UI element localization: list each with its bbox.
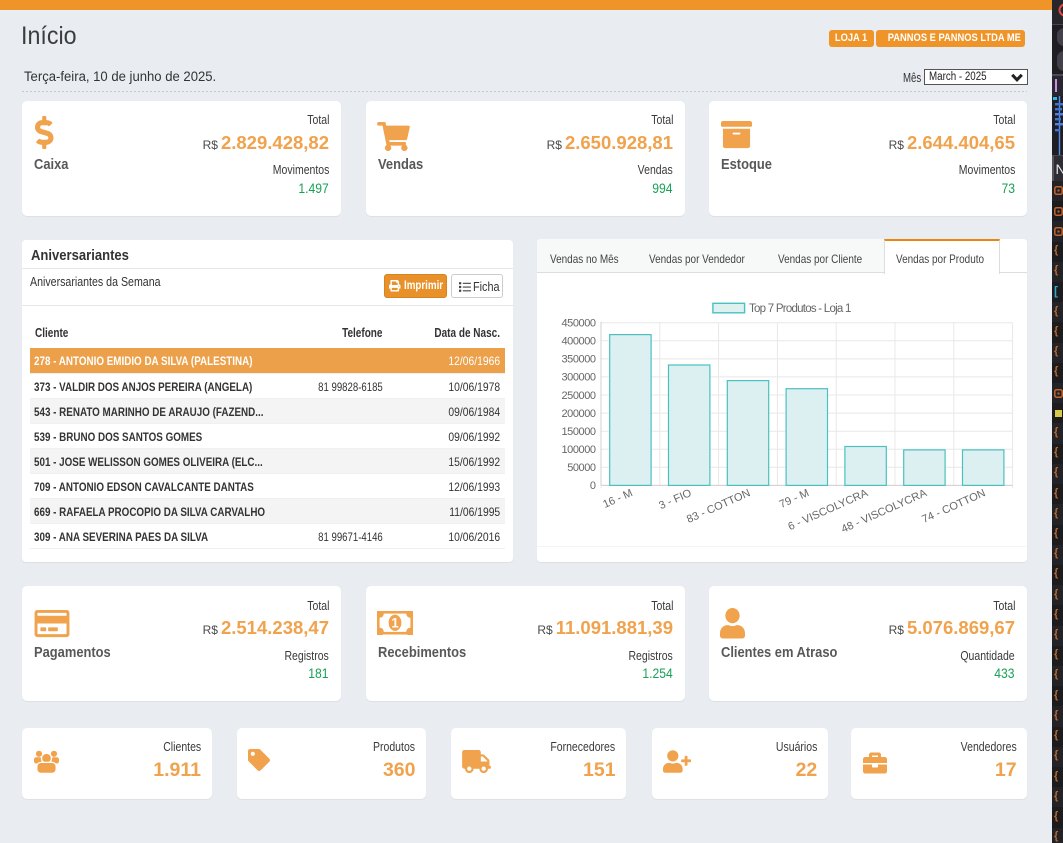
svg-text:3 - FIO: 3 - FIO xyxy=(658,487,695,512)
svg-text:350000: 350000 xyxy=(562,354,597,366)
svg-text:Top 7 Produtos - Loja 1: Top 7 Produtos - Loja 1 xyxy=(749,303,851,315)
svg-text:450000: 450000 xyxy=(562,318,597,330)
svg-text:74 - COTTON: 74 - COTTON xyxy=(921,487,988,526)
svg-text:0: 0 xyxy=(590,480,596,492)
svg-text:250000: 250000 xyxy=(562,390,597,402)
svg-text:50000: 50000 xyxy=(568,462,597,474)
svg-text:16 - M: 16 - M xyxy=(602,487,635,511)
svg-text:400000: 400000 xyxy=(562,336,597,348)
svg-text:300000: 300000 xyxy=(562,372,597,384)
svg-text:1: 1 xyxy=(391,616,399,631)
svg-text:200000: 200000 xyxy=(562,408,597,420)
svg-text:79 - M: 79 - M xyxy=(778,487,811,511)
svg-text:100000: 100000 xyxy=(562,444,597,456)
svg-text:150000: 150000 xyxy=(562,426,597,438)
svg-text:83 - COTTON: 83 - COTTON xyxy=(685,487,752,526)
